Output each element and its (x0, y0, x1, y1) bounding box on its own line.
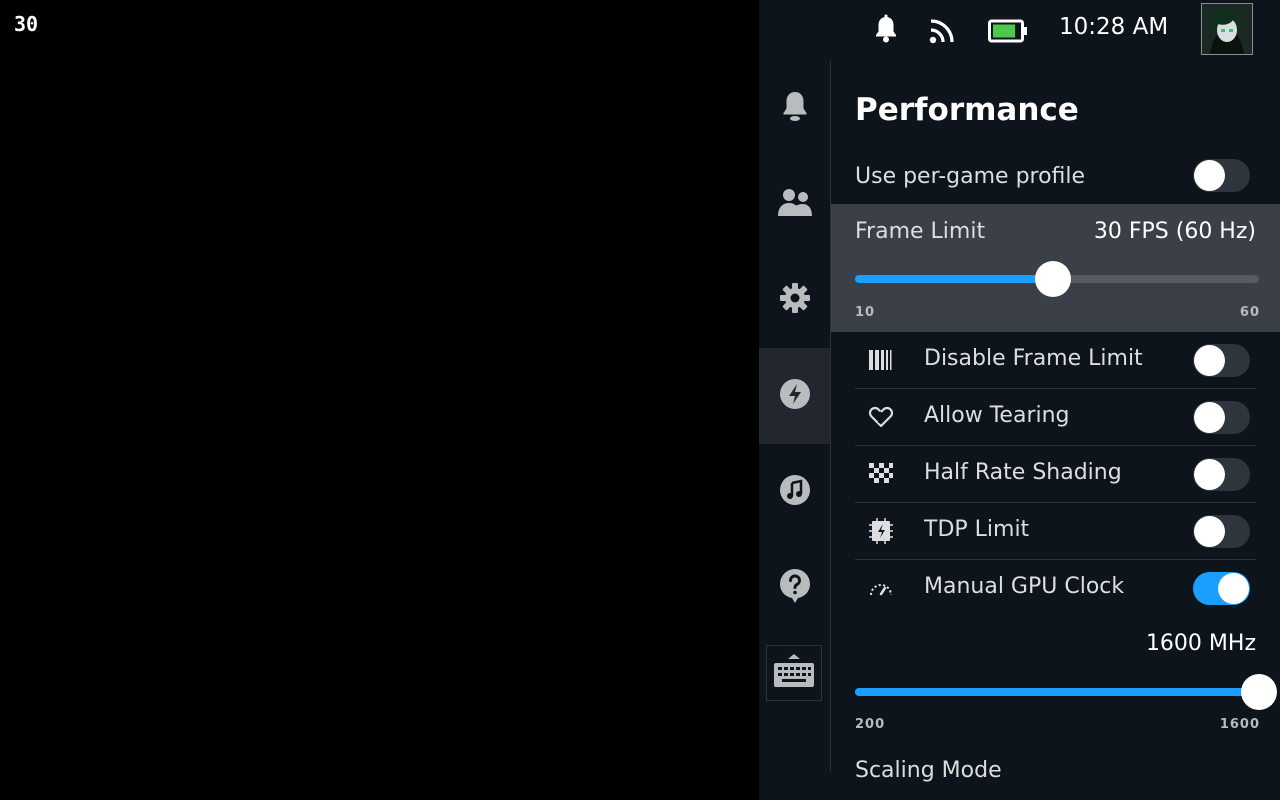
toggle-knob (1194, 160, 1225, 191)
speedometer-icon (867, 575, 895, 601)
gpu-clock-max: 1600 (1219, 717, 1260, 732)
frame-limit-bars-icon (867, 347, 895, 373)
quick-access-sidebar (759, 60, 831, 772)
tdp-limit-toggle[interactable] (1193, 515, 1250, 548)
sidebar-item-performance[interactable] (759, 348, 830, 444)
disable-frame-limit-toggle[interactable] (1193, 344, 1250, 377)
music-note-icon (779, 474, 811, 510)
lightning-icon (779, 378, 811, 414)
frame-limit-label: Frame Limit (855, 219, 986, 244)
help-icon (779, 568, 811, 608)
option-label: Half Rate Shading (924, 460, 1122, 485)
allow-tearing-toggle[interactable] (1193, 401, 1250, 434)
chip-bolt-icon (867, 518, 895, 544)
frame-limit-max: 60 (1239, 305, 1260, 320)
manual-gpu-clock-toggle[interactable] (1193, 572, 1250, 605)
gpu-clock-min: 200 (855, 717, 886, 732)
sidebar-item-notifications[interactable] (759, 60, 830, 156)
sidebar-item-music[interactable] (759, 444, 830, 540)
battery-icon (988, 19, 1028, 47)
bell-icon (780, 89, 810, 127)
option-label: Disable Frame Limit (924, 346, 1143, 371)
half-rate-shading-toggle[interactable] (1193, 458, 1250, 491)
slider-thumb[interactable] (1241, 674, 1277, 710)
sidebar-item-settings[interactable] (759, 252, 830, 348)
option-label: TDP Limit (924, 517, 1030, 542)
avatar[interactable] (1201, 3, 1253, 55)
performance-content: Performance Use per-game profile Frame L… (831, 60, 1280, 800)
checkerboard-icon (867, 461, 895, 487)
quick-access-panel: 10:28 AM Performance Use per-game profil… (759, 0, 1280, 800)
option-row-allow-tearing[interactable]: Allow Tearing (855, 389, 1256, 446)
frame-limit-slider[interactable] (855, 261, 1259, 297)
option-row-disable-frame-limit[interactable]: Disable Frame Limit (855, 332, 1256, 389)
frame-limit-min: 10 (855, 305, 876, 320)
option-row-manual-gpu-clock[interactable]: Manual GPU Clock (855, 560, 1256, 616)
slider-thumb[interactable] (1034, 261, 1071, 297)
frame-limit-section: Frame Limit 30 FPS (60 Hz) 10 60 (831, 204, 1280, 332)
option-row-half-rate-shading[interactable]: Half Rate Shading (855, 446, 1256, 503)
slider-fill (855, 275, 1053, 283)
toggle-knob (1194, 516, 1225, 547)
friends-icon (777, 187, 812, 221)
option-row-tdp-limit[interactable]: TDP Limit (855, 503, 1256, 560)
gpu-clock-slider[interactable] (855, 674, 1277, 710)
page-title: Performance (855, 92, 1079, 128)
toggle-knob (1218, 573, 1249, 604)
toggle-knob (1194, 459, 1225, 490)
toggle-knob (1194, 402, 1225, 433)
option-label: Allow Tearing (924, 403, 1070, 428)
fps-counter: 30 (14, 12, 39, 36)
status-bar: 10:28 AM (759, 0, 1280, 60)
gpu-clock-value: 1600 MHz (1145, 631, 1256, 656)
gear-icon (779, 282, 811, 318)
option-label: Manual GPU Clock (924, 574, 1125, 599)
keyboard-icon (773, 654, 815, 692)
scaling-mode-label: Scaling Mode (855, 758, 1002, 783)
tearing-heart-icon (867, 404, 895, 430)
toggle-knob (1194, 345, 1225, 376)
clock-time: 10:28 AM (1059, 14, 1169, 40)
slider-fill (855, 688, 1259, 696)
wifi-icon (929, 18, 955, 48)
keyboard-button[interactable] (766, 645, 822, 701)
bell-icon[interactable] (873, 14, 899, 48)
sidebar-item-help[interactable] (759, 540, 830, 636)
sidebar-item-friends[interactable] (759, 156, 830, 252)
per-game-profile-label: Use per-game profile (855, 164, 1086, 189)
per-game-profile-toggle[interactable] (1193, 159, 1250, 192)
frame-limit-value: 30 FPS (60 Hz) (1093, 219, 1256, 244)
